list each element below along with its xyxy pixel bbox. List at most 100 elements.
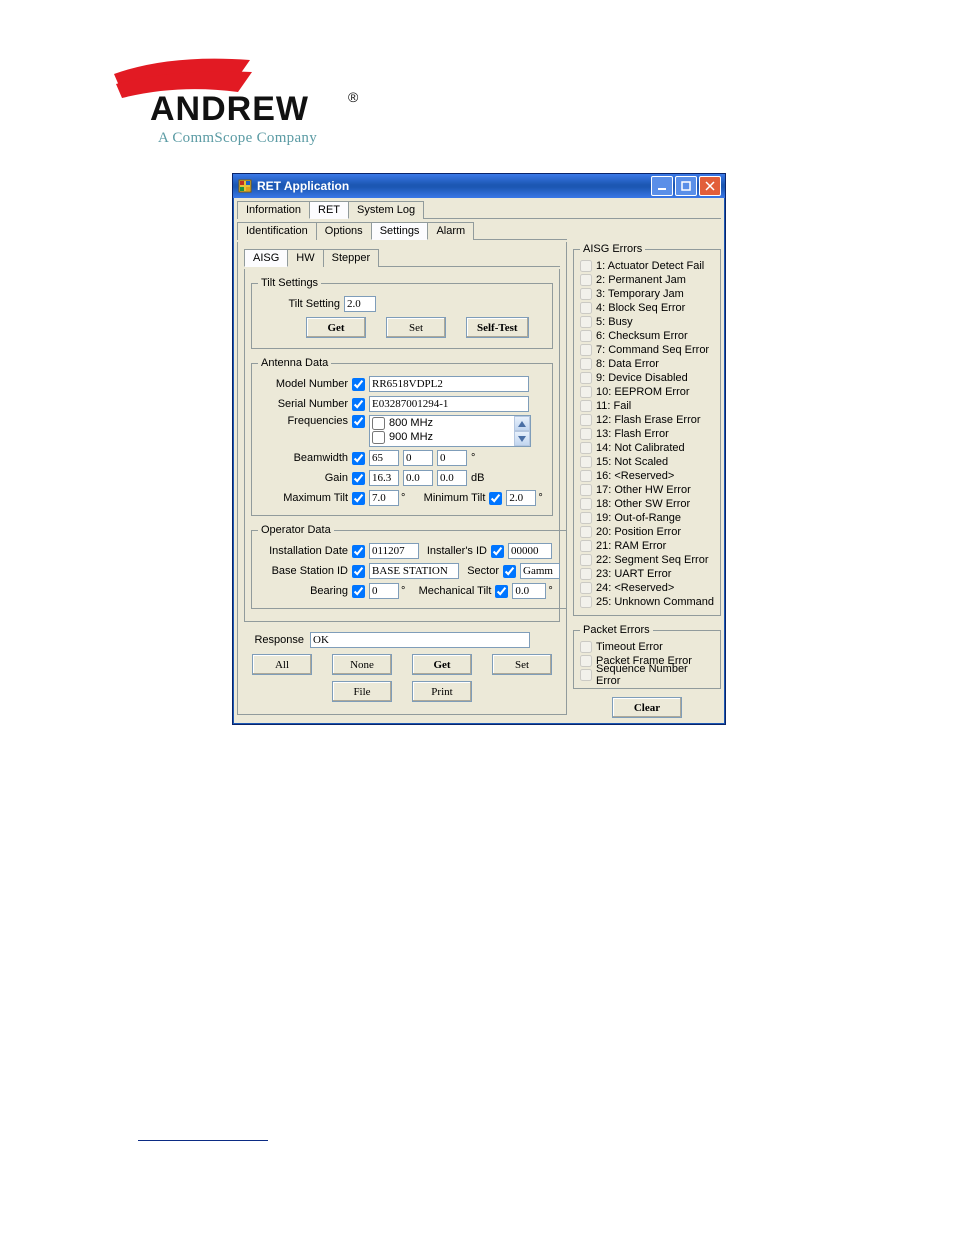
max-tilt-checkbox[interactable]: [352, 492, 365, 505]
aisg-error-checkbox[interactable]: [580, 526, 592, 538]
install-date-input[interactable]: [369, 543, 419, 559]
packet-error-checkbox[interactable]: [580, 641, 592, 653]
minimize-button[interactable]: [651, 176, 673, 196]
aisg-error-label: 18: Other SW Error: [596, 498, 690, 510]
frequencies-checkbox[interactable]: [352, 415, 365, 428]
titlebar[interactable]: RET Application: [233, 174, 725, 198]
aisg-error-checkbox[interactable]: [580, 288, 592, 300]
print-button[interactable]: Print: [412, 681, 472, 702]
beamwidth-unit: °: [471, 452, 475, 464]
tab-alarm[interactable]: Alarm: [427, 222, 474, 240]
packet-error-checkbox[interactable]: [580, 655, 592, 667]
serial-number-input[interactable]: [369, 396, 529, 412]
aisg-error-checkbox[interactable]: [580, 484, 592, 496]
aisg-error-checkbox[interactable]: [580, 274, 592, 286]
beamwidth-label: Beamwidth: [258, 452, 352, 464]
aisg-error-row: 7: Command Seq Error: [580, 343, 714, 357]
aisg-error-checkbox[interactable]: [580, 414, 592, 426]
andrew-logo: ANDREW ®: [110, 50, 390, 128]
logo-block: ANDREW ® A CommScope Company: [110, 50, 370, 147]
min-tilt-checkbox[interactable]: [489, 492, 502, 505]
aisg-error-row: 11: Fail: [580, 399, 714, 413]
aisg-error-checkbox[interactable]: [580, 498, 592, 510]
all-button[interactable]: All: [252, 654, 312, 675]
tilt-set-button[interactable]: Set: [386, 317, 446, 338]
installer-id-input[interactable]: [508, 543, 552, 559]
mech-tilt-checkbox[interactable]: [495, 585, 508, 598]
beamwidth-input-2[interactable]: [403, 450, 433, 466]
tilt-get-button[interactable]: Get: [306, 317, 366, 338]
aisg-error-checkbox[interactable]: [580, 456, 592, 468]
aisg-error-row: 12: Flash Erase Error: [580, 413, 714, 427]
tab-ret[interactable]: RET: [309, 201, 349, 219]
gain-input-2[interactable]: [403, 470, 433, 486]
aisg-error-checkbox[interactable]: [580, 302, 592, 314]
min-tilt-input[interactable]: [506, 490, 536, 506]
aisg-error-checkbox[interactable]: [580, 260, 592, 272]
tab-hw[interactable]: HW: [287, 249, 323, 267]
sector-input[interactable]: [520, 563, 560, 579]
aisg-error-row: 23: UART Error: [580, 567, 714, 581]
tab-identification[interactable]: Identification: [237, 222, 317, 240]
freq-800-checkbox[interactable]: [372, 417, 385, 430]
bearing-checkbox[interactable]: [352, 585, 365, 598]
aisg-error-checkbox[interactable]: [580, 554, 592, 566]
aisg-error-label: 4: Block Seq Error: [596, 302, 685, 314]
installer-id-checkbox[interactable]: [491, 545, 504, 558]
aisg-error-checkbox[interactable]: [580, 400, 592, 412]
maximize-button[interactable]: [675, 176, 697, 196]
aisg-error-checkbox[interactable]: [580, 470, 592, 482]
beamwidth-input-3[interactable]: [437, 450, 467, 466]
aisg-error-checkbox[interactable]: [580, 386, 592, 398]
install-date-label: Installation Date: [258, 545, 352, 557]
tab-stepper[interactable]: Stepper: [323, 249, 380, 267]
file-button[interactable]: File: [332, 681, 392, 702]
base-station-id-checkbox[interactable]: [352, 565, 365, 578]
aisg-error-checkbox[interactable]: [580, 582, 592, 594]
install-date-checkbox[interactable]: [352, 545, 365, 558]
tab-information[interactable]: Information: [237, 201, 310, 219]
bearing-input[interactable]: [369, 583, 399, 599]
get-button[interactable]: Get: [412, 654, 472, 675]
mech-tilt-input[interactable]: [512, 583, 546, 599]
model-number-input[interactable]: [369, 376, 529, 392]
aisg-error-checkbox[interactable]: [580, 596, 592, 608]
aisg-error-checkbox[interactable]: [580, 344, 592, 356]
beamwidth-input-1[interactable]: [369, 450, 399, 466]
tab-system-log[interactable]: System Log: [348, 201, 424, 219]
max-tilt-input[interactable]: [369, 490, 399, 506]
aisg-error-checkbox[interactable]: [580, 568, 592, 580]
aisg-error-checkbox[interactable]: [580, 540, 592, 552]
serial-number-checkbox[interactable]: [352, 398, 365, 411]
aisg-error-checkbox[interactable]: [580, 442, 592, 454]
aisg-error-checkbox[interactable]: [580, 372, 592, 384]
set-button[interactable]: Set: [492, 654, 552, 675]
response-field[interactable]: [310, 632, 530, 648]
beamwidth-checkbox[interactable]: [352, 452, 365, 465]
aisg-error-checkbox[interactable]: [580, 316, 592, 328]
gain-input-1[interactable]: [369, 470, 399, 486]
model-number-checkbox[interactable]: [352, 378, 365, 391]
clear-button[interactable]: Clear: [612, 697, 682, 718]
sector-checkbox[interactable]: [503, 565, 516, 578]
aisg-error-row: 8: Data Error: [580, 357, 714, 371]
tab-options[interactable]: Options: [316, 222, 372, 240]
scroll-up-button[interactable]: [514, 416, 530, 431]
self-test-button[interactable]: Self-Test: [466, 317, 529, 338]
tab-settings[interactable]: Settings: [371, 222, 429, 240]
aisg-error-checkbox[interactable]: [580, 330, 592, 342]
aisg-error-checkbox[interactable]: [580, 358, 592, 370]
base-station-id-input[interactable]: [369, 563, 459, 579]
freq-900-checkbox[interactable]: [372, 431, 385, 444]
aisg-error-checkbox[interactable]: [580, 428, 592, 440]
tilt-setting-input[interactable]: [344, 296, 376, 312]
scroll-down-button[interactable]: [514, 431, 530, 446]
packet-error-checkbox[interactable]: [580, 669, 592, 681]
gain-checkbox[interactable]: [352, 472, 365, 485]
aisg-error-checkbox[interactable]: [580, 512, 592, 524]
frequencies-listbox[interactable]: 800 MHz 900 MHz: [369, 415, 531, 447]
tab-aisg[interactable]: AISG: [244, 249, 288, 267]
close-button[interactable]: [699, 176, 721, 196]
none-button[interactable]: None: [332, 654, 392, 675]
gain-input-3[interactable]: [437, 470, 467, 486]
